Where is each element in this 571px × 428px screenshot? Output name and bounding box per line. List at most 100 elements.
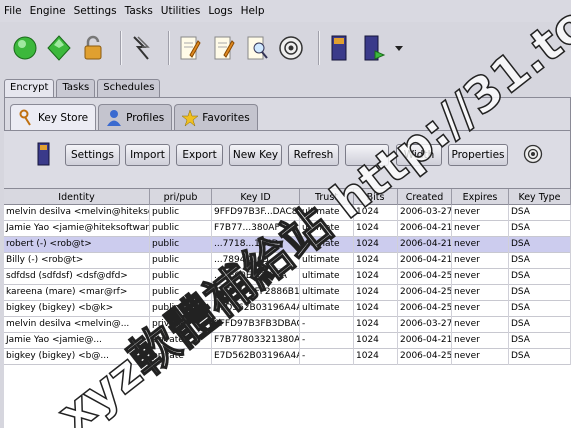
menu-tasks[interactable]: Tasks	[125, 5, 153, 17]
table-cell: never	[452, 221, 509, 237]
table-cell: ultimate	[300, 269, 354, 285]
column-header-identity[interactable]: Identity	[4, 189, 150, 205]
table-cell: never	[452, 285, 509, 301]
tab-encrypt[interactable]: Encrypt	[4, 79, 55, 97]
table-cell: DSA	[509, 301, 571, 317]
star-icon	[182, 108, 199, 127]
table-cell: 2006-04-21	[398, 237, 452, 253]
table-cell: public	[150, 221, 212, 237]
top-tab-bar: Encrypt Tasks Schedules	[4, 79, 162, 97]
target-icon[interactable]	[523, 144, 543, 164]
table-cell: E7D562B03196A4A1	[212, 349, 300, 365]
toolbar-separator	[318, 31, 320, 65]
dropdown-arrow-icon[interactable]	[394, 32, 404, 64]
menu-help[interactable]: Help	[241, 5, 265, 17]
table-cell: 1024	[354, 237, 398, 253]
new-key-button[interactable]: New Key	[229, 144, 282, 166]
user-icon	[106, 109, 122, 127]
book-arrow-icon[interactable]	[360, 32, 386, 64]
table-cell: never	[452, 333, 509, 349]
table-cell: DSA	[509, 317, 571, 333]
table-row[interactable]: melvin desilva <melvin@... private 9FFD97B…	[4, 317, 571, 333]
table-cell: 2006-04-21	[398, 333, 452, 349]
toolbar-separator	[120, 31, 122, 65]
table-cell: never	[452, 269, 509, 285]
table-cell: 1024	[354, 317, 398, 333]
tab-key-store[interactable]: Key Store	[10, 104, 97, 130]
search-document-icon[interactable]	[244, 32, 270, 64]
table-cell: ultimate	[300, 301, 354, 317]
table-cell: public	[150, 205, 212, 221]
settings-button[interactable]: Settings	[65, 144, 120, 166]
column-header-expires[interactable]: Expires	[452, 189, 509, 205]
table-row[interactable]: kareena (mare) <mar@rf> public C37F79BFF28…	[4, 285, 571, 301]
table-cell: sdfdsd (sdfdsf) <dsf@dfd>	[4, 269, 150, 285]
table-cell: 2006-04-25	[398, 285, 452, 301]
table-cell: -	[300, 333, 354, 349]
table-cell: 2006-03-27	[398, 317, 452, 333]
column-header-pri-pub[interactable]: pri/pub	[150, 189, 212, 205]
lock-icon[interactable]	[80, 32, 106, 64]
table-cell: 1024	[354, 285, 398, 301]
tab-profiles-label: Profiles	[126, 111, 165, 124]
table-cell: Billy (-) <rob@t>	[4, 253, 150, 269]
table-cell: ultimate	[300, 285, 354, 301]
tab-profiles[interactable]: Profiles	[98, 104, 173, 130]
table-cell: never	[452, 237, 509, 253]
table-cell: never	[452, 301, 509, 317]
toolbar-separator	[168, 31, 170, 65]
table-cell: bigkey (bigkey) <b@k>	[4, 301, 150, 317]
menu-logs[interactable]: Logs	[208, 5, 232, 17]
menu-settings[interactable]: Settings	[74, 5, 117, 17]
green-diamond-icon[interactable]	[46, 32, 72, 64]
table-cell: F7B77803321380AF	[212, 333, 300, 349]
book-icon	[37, 142, 50, 166]
tab-tasks[interactable]: Tasks	[56, 79, 96, 97]
tab-favorites-label: Favorites	[202, 111, 250, 124]
table-cell: melvin desilva <melvin@hiteksoftwa...	[4, 205, 150, 221]
table-cell: 2006-04-21	[398, 221, 452, 237]
key-icon	[18, 109, 34, 127]
sub-tab-bar: Key Store Profiles Favorites	[10, 104, 260, 130]
column-header-key-type[interactable]: Key Type	[509, 189, 571, 205]
menu-file[interactable]: File	[4, 5, 22, 17]
table-cell: DSA	[509, 205, 571, 221]
table-cell: never	[452, 317, 509, 333]
book-icon[interactable]	[326, 32, 352, 64]
table-cell: 1024	[354, 253, 398, 269]
table-cell: DSA	[509, 221, 571, 237]
target-icon[interactable]	[278, 32, 304, 64]
table-cell: 2006-04-25	[398, 269, 452, 285]
table-cell: never	[452, 205, 509, 221]
table-row[interactable]: bigkey (bigkey) <b@k> public E7D562B03196A…	[4, 301, 571, 317]
table-cell: DSA	[509, 349, 571, 365]
table-cell: 1024	[354, 269, 398, 285]
tab-schedules[interactable]: Schedules	[97, 79, 161, 97]
table-cell: DSA	[509, 269, 571, 285]
green-circle-icon[interactable]	[12, 32, 38, 64]
menu-bar: File Engine Settings Tasks Utilities Log…	[0, 0, 571, 22]
table-cell: DSA	[509, 237, 571, 253]
lightning-icon[interactable]	[128, 32, 154, 64]
edit-document-icon[interactable]	[210, 32, 236, 64]
table-cell: -	[300, 349, 354, 365]
table-cell: public	[150, 237, 212, 253]
table-cell: DSA	[509, 333, 571, 349]
import-button[interactable]: Import	[125, 144, 170, 166]
tab-favorites[interactable]: Favorites	[174, 104, 258, 130]
table-cell: Jamie Yao <jamie@hiteksoftware.co...	[4, 221, 150, 237]
menu-engine[interactable]: Engine	[30, 5, 66, 17]
edit-document-icon[interactable]	[176, 32, 202, 64]
table-cell: DSA	[509, 285, 571, 301]
table-row[interactable]: Jamie Yao <jamie@... private F7B7780332138…	[4, 333, 571, 349]
table-cell: never	[452, 253, 509, 269]
tab-key-store-label: Key Store	[38, 111, 89, 124]
table-cell: 1024	[354, 333, 398, 349]
table-cell: -	[300, 317, 354, 333]
menu-utilities[interactable]: Utilities	[161, 5, 201, 17]
table-cell: 1024	[354, 301, 398, 317]
export-button[interactable]: Export	[176, 144, 223, 166]
table-cell: never	[452, 349, 509, 365]
table-cell: 1024	[354, 349, 398, 365]
table-cell: robert (-) <rob@t>	[4, 237, 150, 253]
